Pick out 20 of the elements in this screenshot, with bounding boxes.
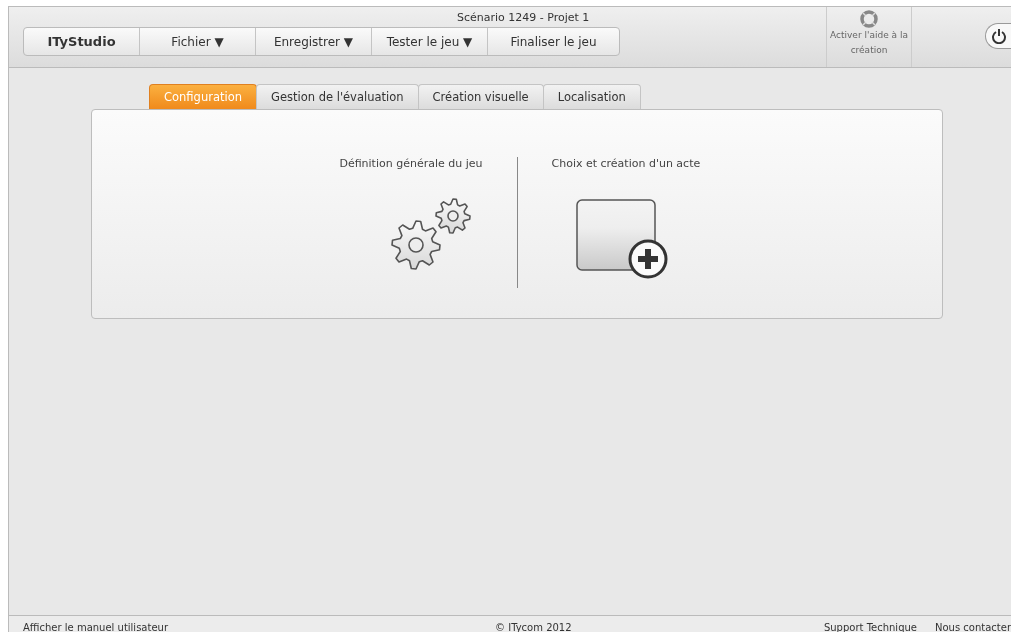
menu-button[interactable]: Tester le jeu ▼ [372,28,488,55]
tab[interactable]: Création visuelle [417,84,544,109]
section-title: Choix et création d'un acte [551,157,701,171]
power-icon [990,28,1007,44]
menu-button[interactable]: Enregistrer ▼ [256,28,372,55]
menu-button[interactable]: Fichier ▼ [140,28,256,55]
menu-button[interactable]: Finaliser le jeu [488,28,619,55]
section-title: Définition générale du jeu [339,157,483,171]
power-button[interactable] [985,23,1011,49]
tab[interactable]: Localisation [542,84,641,109]
new-act-icon [575,199,668,279]
help-toggle-button[interactable]: Activer l'aide à la création [826,7,912,67]
window-title: Scénario 1249 - Projet 1 [457,11,590,25]
manual-link[interactable]: Afficher le manuel utilisateur [23,616,168,632]
gears-icon [388,197,473,271]
contact-link[interactable]: Nous contacter [935,616,1011,632]
app-name-button[interactable]: ITyStudio [24,28,140,55]
help-toggle-label: Activer l'aide à la création [829,29,909,57]
tab[interactable]: Gestion de l'évaluation [256,84,419,109]
lifebuoy-icon [860,10,878,28]
